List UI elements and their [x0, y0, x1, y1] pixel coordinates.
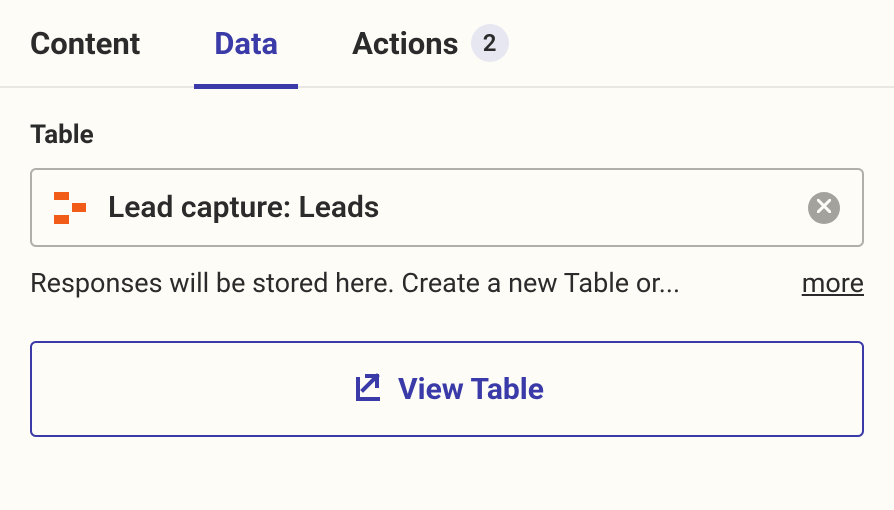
view-table-button[interactable]: View Table [30, 341, 864, 437]
table-icon [54, 192, 86, 224]
tabs-container: Content Data Actions 2 [0, 0, 894, 88]
tab-label: Actions [352, 25, 458, 62]
view-button-label: View Table [398, 372, 544, 407]
clear-button[interactable] [808, 192, 840, 224]
tab-content[interactable]: Content [30, 0, 140, 87]
more-link[interactable]: more [802, 267, 864, 299]
help-row: Responses will be stored here. Create a … [30, 267, 864, 299]
tab-label: Content [30, 25, 140, 62]
table-select-field[interactable]: Lead capture: Leads [30, 168, 864, 247]
help-text: Responses will be stored here. Create a … [30, 267, 680, 299]
close-icon [817, 198, 831, 217]
tab-data[interactable]: Data [214, 0, 278, 87]
tab-label: Data [214, 25, 278, 62]
table-name-value: Lead capture: Leads [108, 190, 786, 225]
tab-actions[interactable]: Actions 2 [352, 0, 508, 87]
content-area: Table Lead capture: Leads Responses will… [0, 88, 894, 469]
actions-count-badge: 2 [471, 24, 509, 62]
section-title: Table [30, 120, 864, 150]
external-link-icon [350, 371, 382, 407]
